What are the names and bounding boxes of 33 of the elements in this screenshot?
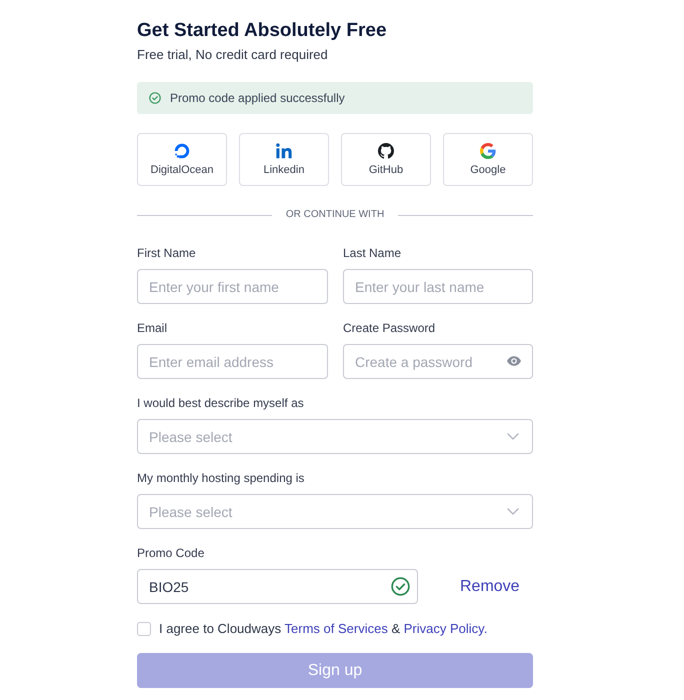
policy-link[interactable]: Privacy Policy. [404,621,488,636]
social-login-button[interactable]: GitHub [341,133,431,186]
remove-promo-link[interactable]: Remove [460,578,520,596]
text-input-field[interactable]: Enter your first name [137,269,328,304]
social-login-button[interactable]: DigitalOcean [137,133,227,186]
linkedin-logo-icon [276,143,292,159]
text-input-field[interactable]: Enter your last name [343,269,533,304]
text-input-field[interactable]: Enter email address [137,344,328,379]
page-subtitle: Free trial, No credit card required [137,47,329,63]
digitalocean-logo-icon [174,143,190,159]
page-title: Get Started Absolutely Free [137,20,388,42]
agreement-checkbox[interactable] [137,622,151,636]
check-circle-icon [149,92,161,104]
divider-label: OR CONTINUE WITH [286,208,384,222]
promo-code-field[interactable]: BIO25 [137,569,418,604]
field-label: Create Password [343,321,436,335]
password-input-field[interactable]: Create a password [343,344,533,379]
alert-text: Promo code applied successfully [170,91,345,105]
field-label: First Name [137,246,196,260]
google-logo-icon [480,143,496,159]
field-label: Promo Code [137,546,204,560]
field-label: Email [137,321,168,335]
policy-link[interactable]: Terms of Services [284,621,388,636]
field-label: I would best describe myself as [137,396,304,410]
field-label: Last Name [343,246,402,260]
field-label: My monthly hosting spending is [137,471,304,485]
chevron-down-icon [507,508,519,515]
chevron-down-icon [507,433,519,440]
agreement-text: I agree to Cloudways Terms of Services & Privacy Policy. [159,621,488,637]
eye-icon[interactable] [507,356,521,366]
social-login-button[interactable]: Google [443,133,533,186]
github-logo-icon [378,143,394,159]
social-login-button[interactable]: Linkedin [239,133,329,186]
